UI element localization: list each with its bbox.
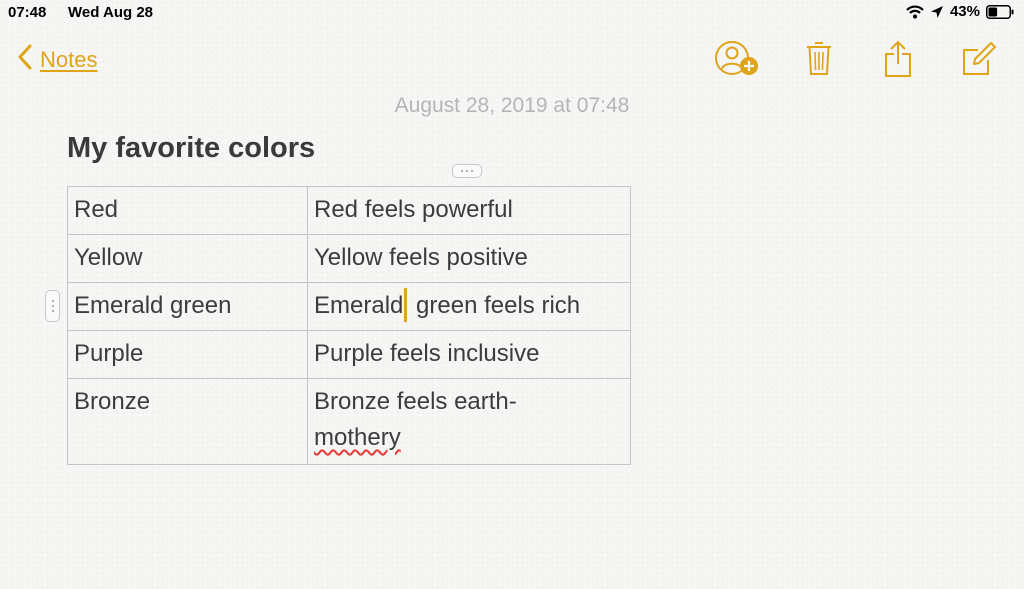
share-icon — [884, 40, 912, 78]
table-cell-color[interactable]: Red — [67, 186, 308, 235]
table-cell-color[interactable]: Yellow — [67, 234, 308, 283]
dot-icon — [51, 310, 54, 312]
table-row: Bronze Bronze feels earth-mothery — [67, 378, 631, 465]
note-date: August 28, 2019 at 07:48 — [394, 94, 630, 117]
share-button[interactable] — [884, 40, 912, 78]
cell-text-before-caret: Emerald — [314, 292, 404, 319]
table-cell-color[interactable]: Emerald green — [67, 282, 308, 331]
delete-button[interactable] — [806, 40, 832, 76]
table-row: Red Red feels powerful — [67, 186, 631, 235]
status-date: Wed Aug 28 — [68, 4, 154, 21]
colors-table: Red Red feels powerful Yellow Yellow fee… — [67, 186, 631, 465]
wifi-icon — [906, 5, 924, 19]
dot-icon — [471, 170, 473, 172]
dot-icon — [461, 170, 463, 172]
back-to-notes-button[interactable]: Notes — [18, 44, 97, 75]
table-cell-feeling-active[interactable]: Emerald green feels rich — [307, 282, 631, 331]
add-person-button[interactable] — [714, 40, 760, 78]
compose-icon — [962, 40, 996, 76]
status-bar: 07:48 Wed Aug 28 43% — [0, 0, 1024, 26]
text-caret — [404, 288, 408, 322]
status-time: 07:48 — [8, 4, 47, 21]
table-cell-feeling[interactable]: Yellow feels positive — [307, 234, 631, 283]
add-person-icon — [714, 40, 760, 78]
cell-text-line-1: Bronze feels earth- — [314, 388, 517, 415]
table-row: Emerald green Emerald green feels rich — [67, 282, 631, 331]
note-title[interactable]: My favorite colors — [67, 132, 315, 165]
battery-percent: 43% — [949, 3, 980, 20]
row-handle[interactable] — [45, 290, 60, 322]
table-row: Purple Purple feels inclusive — [67, 330, 631, 379]
compose-button[interactable] — [962, 40, 996, 76]
dot-icon — [466, 170, 468, 172]
dot-icon — [51, 305, 54, 307]
table-cell-color[interactable]: Bronze — [67, 378, 308, 465]
location-icon — [930, 5, 944, 19]
table-row: Yellow Yellow feels positive — [67, 234, 631, 283]
table-cell-feeling[interactable]: Purple feels inclusive — [307, 330, 631, 379]
dot-icon — [51, 300, 54, 302]
back-button-label: Notes — [40, 46, 98, 72]
trash-icon — [806, 40, 832, 76]
chevron-left-icon — [18, 44, 32, 75]
battery-icon — [986, 4, 1014, 19]
status-indicators: 43% — [906, 3, 1014, 20]
table-cell-feeling[interactable]: Bronze feels earth-mothery — [307, 378, 631, 465]
table-cell-feeling[interactable]: Red feels powerful — [307, 186, 631, 235]
column-handle[interactable] — [452, 164, 482, 178]
cell-text-after-caret: green feels rich — [409, 292, 581, 319]
misspelled-word: mothery — [314, 424, 401, 451]
table-cell-color[interactable]: Purple — [67, 330, 308, 379]
